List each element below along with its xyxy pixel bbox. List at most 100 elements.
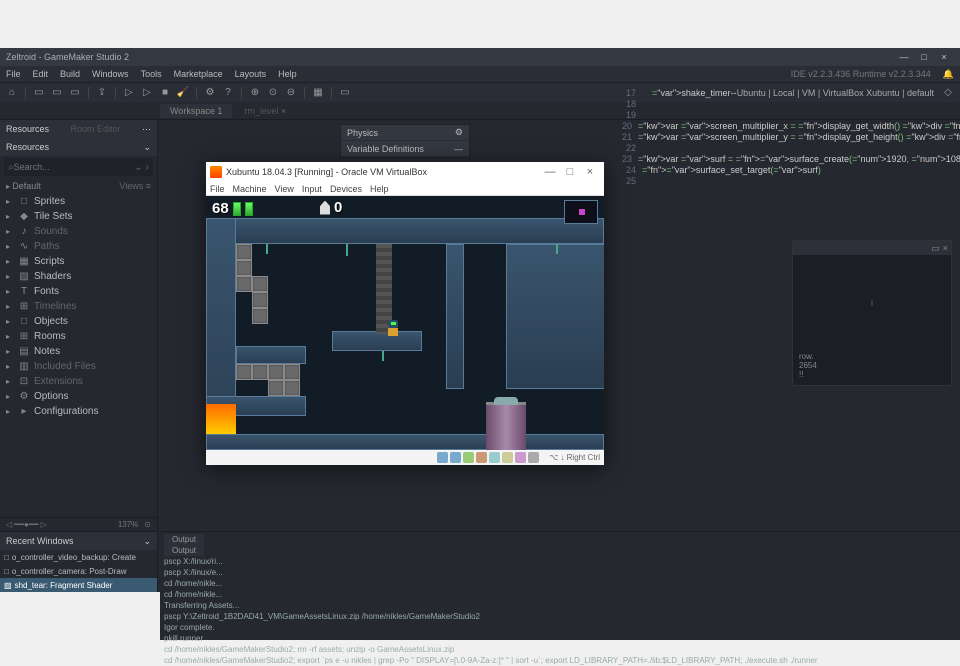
vm-menu-machine[interactable]: Machine bbox=[233, 184, 267, 194]
menu-file[interactable]: File bbox=[0, 69, 27, 79]
debug-icon[interactable]: ▷ bbox=[139, 85, 155, 101]
home-icon[interactable]: ⌂ bbox=[4, 85, 20, 101]
tree-included-files[interactable]: ▸▥Included Files bbox=[0, 359, 157, 374]
vm-rec-icon bbox=[515, 452, 526, 463]
menu-edit[interactable]: Edit bbox=[27, 69, 55, 79]
code-line[interactable]: 22 bbox=[622, 143, 952, 154]
code-line[interactable]: 17 ="var">shake_timer-- bbox=[622, 88, 952, 99]
gear-icon[interactable]: ⚙ bbox=[455, 127, 463, 138]
menu-windows[interactable]: Windows bbox=[86, 69, 135, 79]
search-clear-icon[interactable]: ⌄ bbox=[134, 162, 142, 173]
save-icon[interactable]: ▭ bbox=[67, 85, 83, 101]
vm-menu-devices[interactable]: Devices bbox=[330, 184, 362, 194]
zoom-out-icon[interactable]: ⊖ bbox=[283, 85, 299, 101]
search-input[interactable] bbox=[14, 162, 135, 172]
physics-header[interactable]: Physics ⚙ bbox=[341, 125, 469, 141]
docking-icon[interactable]: ▦ bbox=[310, 85, 326, 101]
notification-icon[interactable]: 🔔 bbox=[937, 69, 960, 80]
room-editor-tab[interactable]: Room Editor bbox=[71, 124, 121, 134]
collapse-icon[interactable]: ⌄ bbox=[143, 142, 151, 153]
tab-workspace1[interactable]: Workspace 1 bbox=[160, 104, 232, 118]
tree-notes[interactable]: ▸▤Notes bbox=[0, 344, 157, 359]
recent-item[interactable]: □o_controller_video_backup: Create bbox=[0, 550, 157, 564]
panel-more-icon[interactable]: ⋯ bbox=[142, 124, 151, 135]
vm-title: Xubuntu 18.04.3 [Running] - Oracle VM Vi… bbox=[226, 167, 540, 177]
recent-windows-panel: Recent Windows ⌄ □o_controller_video_bac… bbox=[0, 531, 157, 592]
zoom-reset-icon[interactable]: ⊙ bbox=[265, 85, 281, 101]
tree-timelines[interactable]: ▸⊞Timelines bbox=[0, 299, 157, 314]
search-row[interactable]: ⌕ ⌄ › bbox=[4, 158, 153, 176]
search-expand-icon[interactable]: › bbox=[146, 162, 149, 173]
tree-extensions[interactable]: ▸⊡Extensions bbox=[0, 374, 157, 389]
close-button[interactable]: × bbox=[934, 52, 954, 62]
tab-close-icon[interactable]: × bbox=[281, 106, 286, 116]
minimize-button[interactable]: — bbox=[894, 52, 914, 62]
tree-shaders[interactable]: ▸▨Shaders bbox=[0, 269, 157, 284]
vm-minimize-button[interactable]: — bbox=[540, 166, 560, 178]
menu-tools[interactable]: Tools bbox=[135, 69, 168, 79]
vm-maximize-button[interactable]: □ bbox=[560, 166, 580, 178]
vm-menu-file[interactable]: File bbox=[210, 184, 225, 194]
terminal-body[interactable]: I row. 2654 !! bbox=[793, 255, 951, 312]
output-subtab[interactable]: Output bbox=[164, 545, 204, 556]
code-line[interactable]: 18 bbox=[622, 99, 952, 110]
code-editor[interactable]: 17 ="var">shake_timer--181920="kw">var =… bbox=[622, 88, 952, 238]
physics-panel: Physics ⚙ Variable Definitions — bbox=[340, 124, 470, 158]
vm-menu-input[interactable]: Input bbox=[302, 184, 322, 194]
recent-item[interactable]: □o_controller_camera: Post-Draw bbox=[0, 564, 157, 578]
tree-sprites[interactable]: ▸□Sprites bbox=[0, 194, 157, 209]
menu-marketplace[interactable]: Marketplace bbox=[168, 69, 229, 79]
tab-rm-level[interactable]: rm_level × bbox=[234, 104, 296, 118]
code-line[interactable]: 19 bbox=[622, 110, 952, 121]
code-line[interactable]: 20="kw">var ="var">screen_multiplier_x =… bbox=[622, 121, 952, 132]
output-panel: Output Output pscp X:/linux/ri...pscp X:… bbox=[160, 531, 960, 640]
tree-configurations[interactable]: ▸▸Configurations bbox=[0, 404, 157, 419]
export-icon[interactable]: ⇪ bbox=[94, 85, 110, 101]
code-line[interactable]: 24="fn">="var">surface_set_target(="var"… bbox=[622, 165, 952, 176]
zoom-reset2-icon[interactable]: ⊙ bbox=[144, 520, 151, 529]
tree-rooms[interactable]: ▸⊞Rooms bbox=[0, 329, 157, 344]
hud-minimap bbox=[564, 200, 598, 224]
output-line: cd /home/nikle... bbox=[164, 589, 956, 600]
vm-menu-view[interactable]: View bbox=[275, 184, 294, 194]
zoom-in-icon[interactable]: ⊕ bbox=[247, 85, 263, 101]
output-text[interactable]: pscp X:/linux/ri...pscp X:/linux/e...cd … bbox=[164, 556, 956, 666]
open-icon[interactable]: ▭ bbox=[49, 85, 65, 101]
vm-menu-help[interactable]: Help bbox=[370, 184, 389, 194]
clean-icon[interactable]: 🧹 bbox=[175, 85, 191, 101]
output-line: cd /home/nikle... bbox=[164, 578, 956, 589]
tree-paths[interactable]: ▸∿Paths bbox=[0, 239, 157, 254]
maximize-button[interactable]: □ bbox=[914, 52, 934, 62]
variable-definitions-button[interactable]: Variable Definitions — bbox=[341, 141, 469, 157]
tree-objects[interactable]: ▸□Objects bbox=[0, 314, 157, 329]
term-dock-icon[interactable]: ▭ bbox=[931, 243, 940, 254]
code-line[interactable]: 21="kw">var ="var">screen_multiplier_y =… bbox=[622, 132, 952, 143]
help-icon[interactable]: ? bbox=[220, 85, 236, 101]
output-line: pscp Y:\Zeltroid_1B2DAD41_VM\GameAssetsL… bbox=[164, 611, 956, 622]
run-icon[interactable]: ▷ bbox=[121, 85, 137, 101]
tree-scripts[interactable]: ▸▦Scripts bbox=[0, 254, 157, 269]
output-line: pkill runner bbox=[164, 633, 956, 644]
output-tab[interactable]: Output bbox=[164, 534, 204, 545]
stop-icon[interactable]: ■ bbox=[157, 85, 173, 101]
recent-item[interactable]: ▨shd_tear: Fragment Shader bbox=[0, 578, 157, 592]
output-line: pscp X:/linux/e... bbox=[164, 567, 956, 578]
tree-sounds[interactable]: ▸♪Sounds bbox=[0, 224, 157, 239]
menu-layouts[interactable]: Layouts bbox=[229, 69, 273, 79]
new-icon[interactable]: ▭ bbox=[31, 85, 47, 101]
recent-collapse-icon[interactable]: ⌄ bbox=[143, 536, 151, 547]
term-close-icon[interactable]: × bbox=[943, 243, 948, 253]
menu-help[interactable]: Help bbox=[272, 69, 303, 79]
tree-options[interactable]: ▸⚙Options bbox=[0, 389, 157, 404]
vm-titlebar[interactable]: Xubuntu 18.04.3 [Running] - Oracle VM Vi… bbox=[206, 162, 604, 182]
game-options-icon[interactable]: ⚙ bbox=[202, 85, 218, 101]
menu-build[interactable]: Build bbox=[54, 69, 86, 79]
tree-fonts[interactable]: ▸TFonts bbox=[0, 284, 157, 299]
game-viewport[interactable]: 68 0 bbox=[206, 196, 604, 450]
tree-tile-sets[interactable]: ▸◆Tile Sets bbox=[0, 209, 157, 224]
vm-close-button[interactable]: × bbox=[580, 166, 600, 178]
code-line[interactable]: 23="kw">var ="var">surf = ="fn">="var">s… bbox=[622, 154, 952, 165]
vardef-open-icon: — bbox=[454, 144, 463, 154]
code-line[interactable]: 25 bbox=[622, 176, 952, 187]
laptop-icon[interactable]: ▭ bbox=[337, 85, 353, 101]
